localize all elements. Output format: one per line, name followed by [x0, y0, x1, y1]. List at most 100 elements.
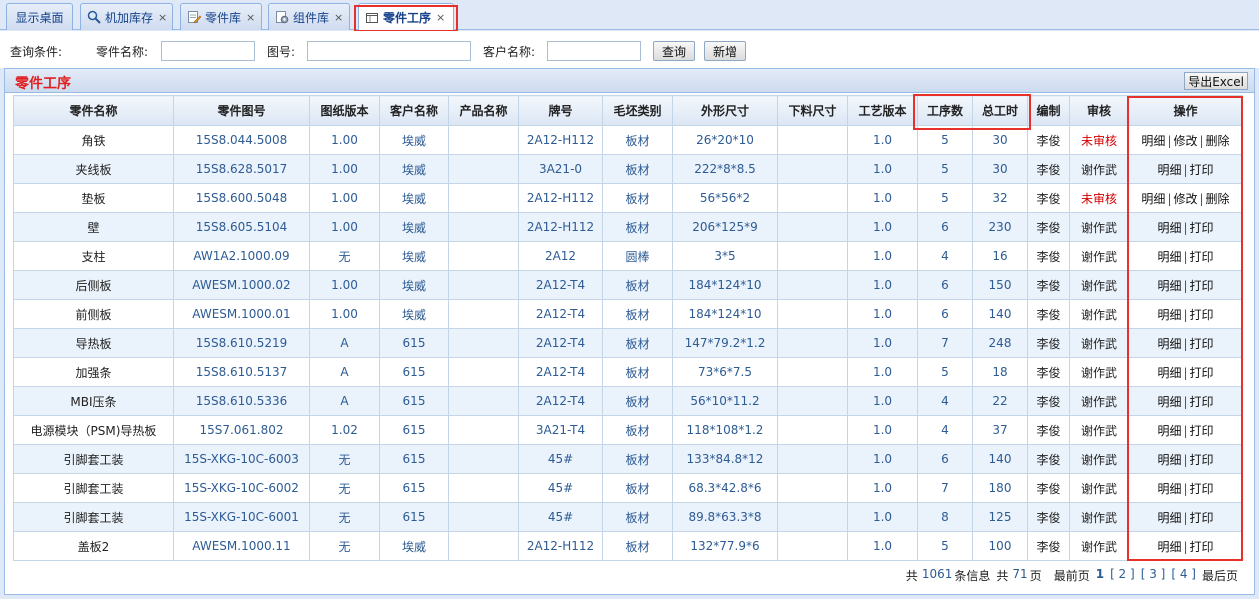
col-header-product[interactable]: 产品名称: [448, 95, 519, 126]
detail-link[interactable]: 明细: [1157, 366, 1181, 380]
search-bar: 查询条件: 零件名称: 图号: 客户名称: 查询 新增: [0, 31, 1259, 68]
print-link[interactable]: 打印: [1190, 482, 1214, 496]
export-excel-button[interactable]: 导出Excel: [1184, 72, 1248, 90]
new-button[interactable]: 新增: [704, 41, 746, 61]
detail-link[interactable]: 明细: [1141, 192, 1165, 206]
detail-link[interactable]: 明细: [1157, 221, 1181, 235]
detail-link[interactable]: 明细: [1157, 482, 1181, 496]
cell-blank-type: 板材: [602, 125, 673, 155]
print-link[interactable]: 打印: [1190, 540, 1214, 554]
table-row[interactable]: 引脚套工装 15S-XKG-10C-6002 无 615 45# 板材 68.3*42.8*…: [13, 473, 1243, 503]
cell-blank-type: 板材: [602, 328, 673, 358]
detail-link[interactable]: 明细: [1157, 453, 1181, 467]
close-icon[interactable]: ×: [334, 11, 343, 24]
print-link[interactable]: 打印: [1190, 395, 1214, 409]
detail-link[interactable]: 明细: [1157, 279, 1181, 293]
table-row[interactable]: 壁 15S8.605.5104 1.00 埃威 2A12-H112 板材 206*125*9…: [13, 212, 1243, 242]
cell-blank-type: 板材: [602, 415, 673, 445]
tab-show-desktop[interactable]: 显示桌面: [6, 3, 73, 30]
close-icon[interactable]: ×: [246, 11, 255, 24]
col-header-audit[interactable]: 审核: [1069, 95, 1129, 126]
cell-audit: 谢作武: [1069, 299, 1129, 329]
cell-drawing-no: 15S8.628.5017: [173, 154, 310, 184]
cell-cut-size: [777, 386, 848, 416]
cell-operations: 明细 | 打印: [1128, 299, 1243, 329]
table-row[interactable]: 垫板 15S8.600.5048 1.00 埃威 2A12-H112 板材 56*56*2 1…: [13, 183, 1243, 213]
col-header-process-version[interactable]: 工艺版本: [847, 95, 918, 126]
col-header-part-name[interactable]: 零件名称: [13, 95, 174, 126]
col-header-customer[interactable]: 客户名称: [379, 95, 449, 126]
print-link[interactable]: 打印: [1190, 453, 1214, 467]
print-link[interactable]: 打印: [1190, 279, 1214, 293]
table-row[interactable]: 导热板 15S8.610.5219 A 615 2A12-T4 板材 147*79.2*1.…: [13, 328, 1243, 358]
col-header-total-hours[interactable]: 总工时: [972, 95, 1028, 126]
pager-first-link[interactable]: 最前页: [1054, 567, 1090, 584]
pager-page-link[interactable]: [ 4 ]: [1171, 567, 1196, 584]
separator: |: [1183, 481, 1188, 496]
table-header-row: 零件名称 零件图号 图纸版本 客户名称 产品名称 牌号 毛坯类别 外形尺寸 下料…: [13, 95, 1243, 126]
detail-link[interactable]: 明细: [1157, 250, 1181, 264]
print-link[interactable]: 打印: [1190, 308, 1214, 322]
table-row[interactable]: 引脚套工装 15S-XKG-10C-6003 无 615 45# 板材 133*84.8*1…: [13, 444, 1243, 474]
tab-part-process[interactable]: 零件工序 ×: [358, 3, 454, 31]
table-row[interactable]: 前侧板 AWESM.1000.01 1.00 埃威 2A12-T4 板材 184*124*1…: [13, 299, 1243, 329]
col-header-grade[interactable]: 牌号: [518, 95, 603, 126]
table-row[interactable]: 支柱 AW1A2.1000.09 无埃威 2A12 圆棒 3*5 1.0 4 16 李俊 谢作武 明细…: [13, 241, 1243, 271]
cell-operations: 明细 | 打印: [1128, 386, 1243, 416]
col-header-editor[interactable]: 编制: [1027, 95, 1070, 126]
edit-link[interactable]: 修改: [1173, 134, 1197, 148]
table-row[interactable]: 盖板2 AWESM.1000.11 无埃威 2A12-H112 板材 132*77.9*6…: [13, 531, 1243, 561]
print-link[interactable]: 打印: [1190, 424, 1214, 438]
query-button[interactable]: 查询: [653, 41, 695, 61]
table-row[interactable]: 后侧板 AWESM.1000.02 1.00 埃威 2A12-T4 板材 184*124*1…: [13, 270, 1243, 300]
print-link[interactable]: 打印: [1190, 511, 1214, 525]
table-row[interactable]: 夹线板 15S8.628.5017 1.00 埃威 3A21-0 板材 222*8*8.5 1…: [13, 154, 1243, 184]
cell-step-count: 6: [917, 444, 973, 474]
print-link[interactable]: 打印: [1190, 250, 1214, 264]
col-header-drawing-no[interactable]: 零件图号: [173, 95, 310, 126]
tab-parts-library[interactable]: 零件库 ×: [180, 3, 262, 30]
tab-machining-stock[interactable]: 机加库存 ×: [80, 3, 173, 30]
print-link[interactable]: 打印: [1190, 366, 1214, 380]
col-header-step-count[interactable]: 工序数: [917, 95, 973, 126]
detail-link[interactable]: 明细: [1157, 540, 1181, 554]
cell-grade: 3A21-0: [518, 154, 603, 184]
cell-drawing-no: 15S8.044.5008: [173, 125, 310, 155]
part-name-input[interactable]: [161, 41, 255, 61]
detail-link[interactable]: 明细: [1157, 395, 1181, 409]
table-row[interactable]: 电源模块（PSM)导热板 15S7.061.802 1.02 615 3A21-T4 板材…: [13, 415, 1243, 445]
col-header-blank-type[interactable]: 毛坯类别: [602, 95, 673, 126]
table-row[interactable]: 引脚套工装 15S-XKG-10C-6001 无 615 45# 板材 89.8*63.3*…: [13, 502, 1243, 532]
col-header-cut-size[interactable]: 下料尺寸: [777, 95, 848, 126]
cell-audit: 未审核: [1069, 183, 1129, 213]
detail-link[interactable]: 明细: [1141, 134, 1165, 148]
print-link[interactable]: 打印: [1190, 337, 1214, 351]
edit-link[interactable]: 修改: [1173, 192, 1197, 206]
delete-link[interactable]: 删除: [1206, 192, 1230, 206]
drawing-no-input[interactable]: [307, 41, 471, 61]
detail-link[interactable]: 明细: [1157, 337, 1181, 351]
cell-operations: 明细 | 打印: [1128, 473, 1243, 503]
print-link[interactable]: 打印: [1190, 221, 1214, 235]
table-row[interactable]: MBI压条 15S8.610.5336 A 615 2A12-T4 板材 56*10*11.…: [13, 386, 1243, 416]
close-icon[interactable]: ×: [158, 11, 167, 24]
close-icon[interactable]: ×: [436, 11, 445, 24]
detail-link[interactable]: 明细: [1157, 308, 1181, 322]
print-link[interactable]: 打印: [1190, 163, 1214, 177]
pager-page-link[interactable]: [ 3 ]: [1141, 567, 1166, 584]
detail-link[interactable]: 明细: [1157, 511, 1181, 525]
customer-name-input[interactable]: [547, 41, 641, 61]
cell-operations: 明细 | 打印: [1128, 357, 1243, 387]
pager-last-link[interactable]: 最后页: [1202, 567, 1238, 584]
cell-audit: 谢作武: [1069, 473, 1129, 503]
col-header-drawing-version[interactable]: 图纸版本: [309, 95, 380, 126]
tab-assembly-library[interactable]: 组件库 ×: [268, 3, 350, 30]
pager-page-link[interactable]: [ 2 ]: [1110, 567, 1135, 584]
col-header-outer-size[interactable]: 外形尺寸: [672, 95, 778, 126]
detail-link[interactable]: 明细: [1157, 424, 1181, 438]
delete-link[interactable]: 删除: [1206, 134, 1230, 148]
table-row[interactable]: 角铁 15S8.044.5008 1.00 埃威 2A12-H112 板材 26*20*10…: [13, 125, 1243, 155]
table-row[interactable]: 加强条 15S8.610.5137 A 615 2A12-T4 板材 73*6*7.5 1.0…: [13, 357, 1243, 387]
detail-link[interactable]: 明细: [1157, 163, 1181, 177]
cell-audit: 谢作武: [1069, 357, 1129, 387]
